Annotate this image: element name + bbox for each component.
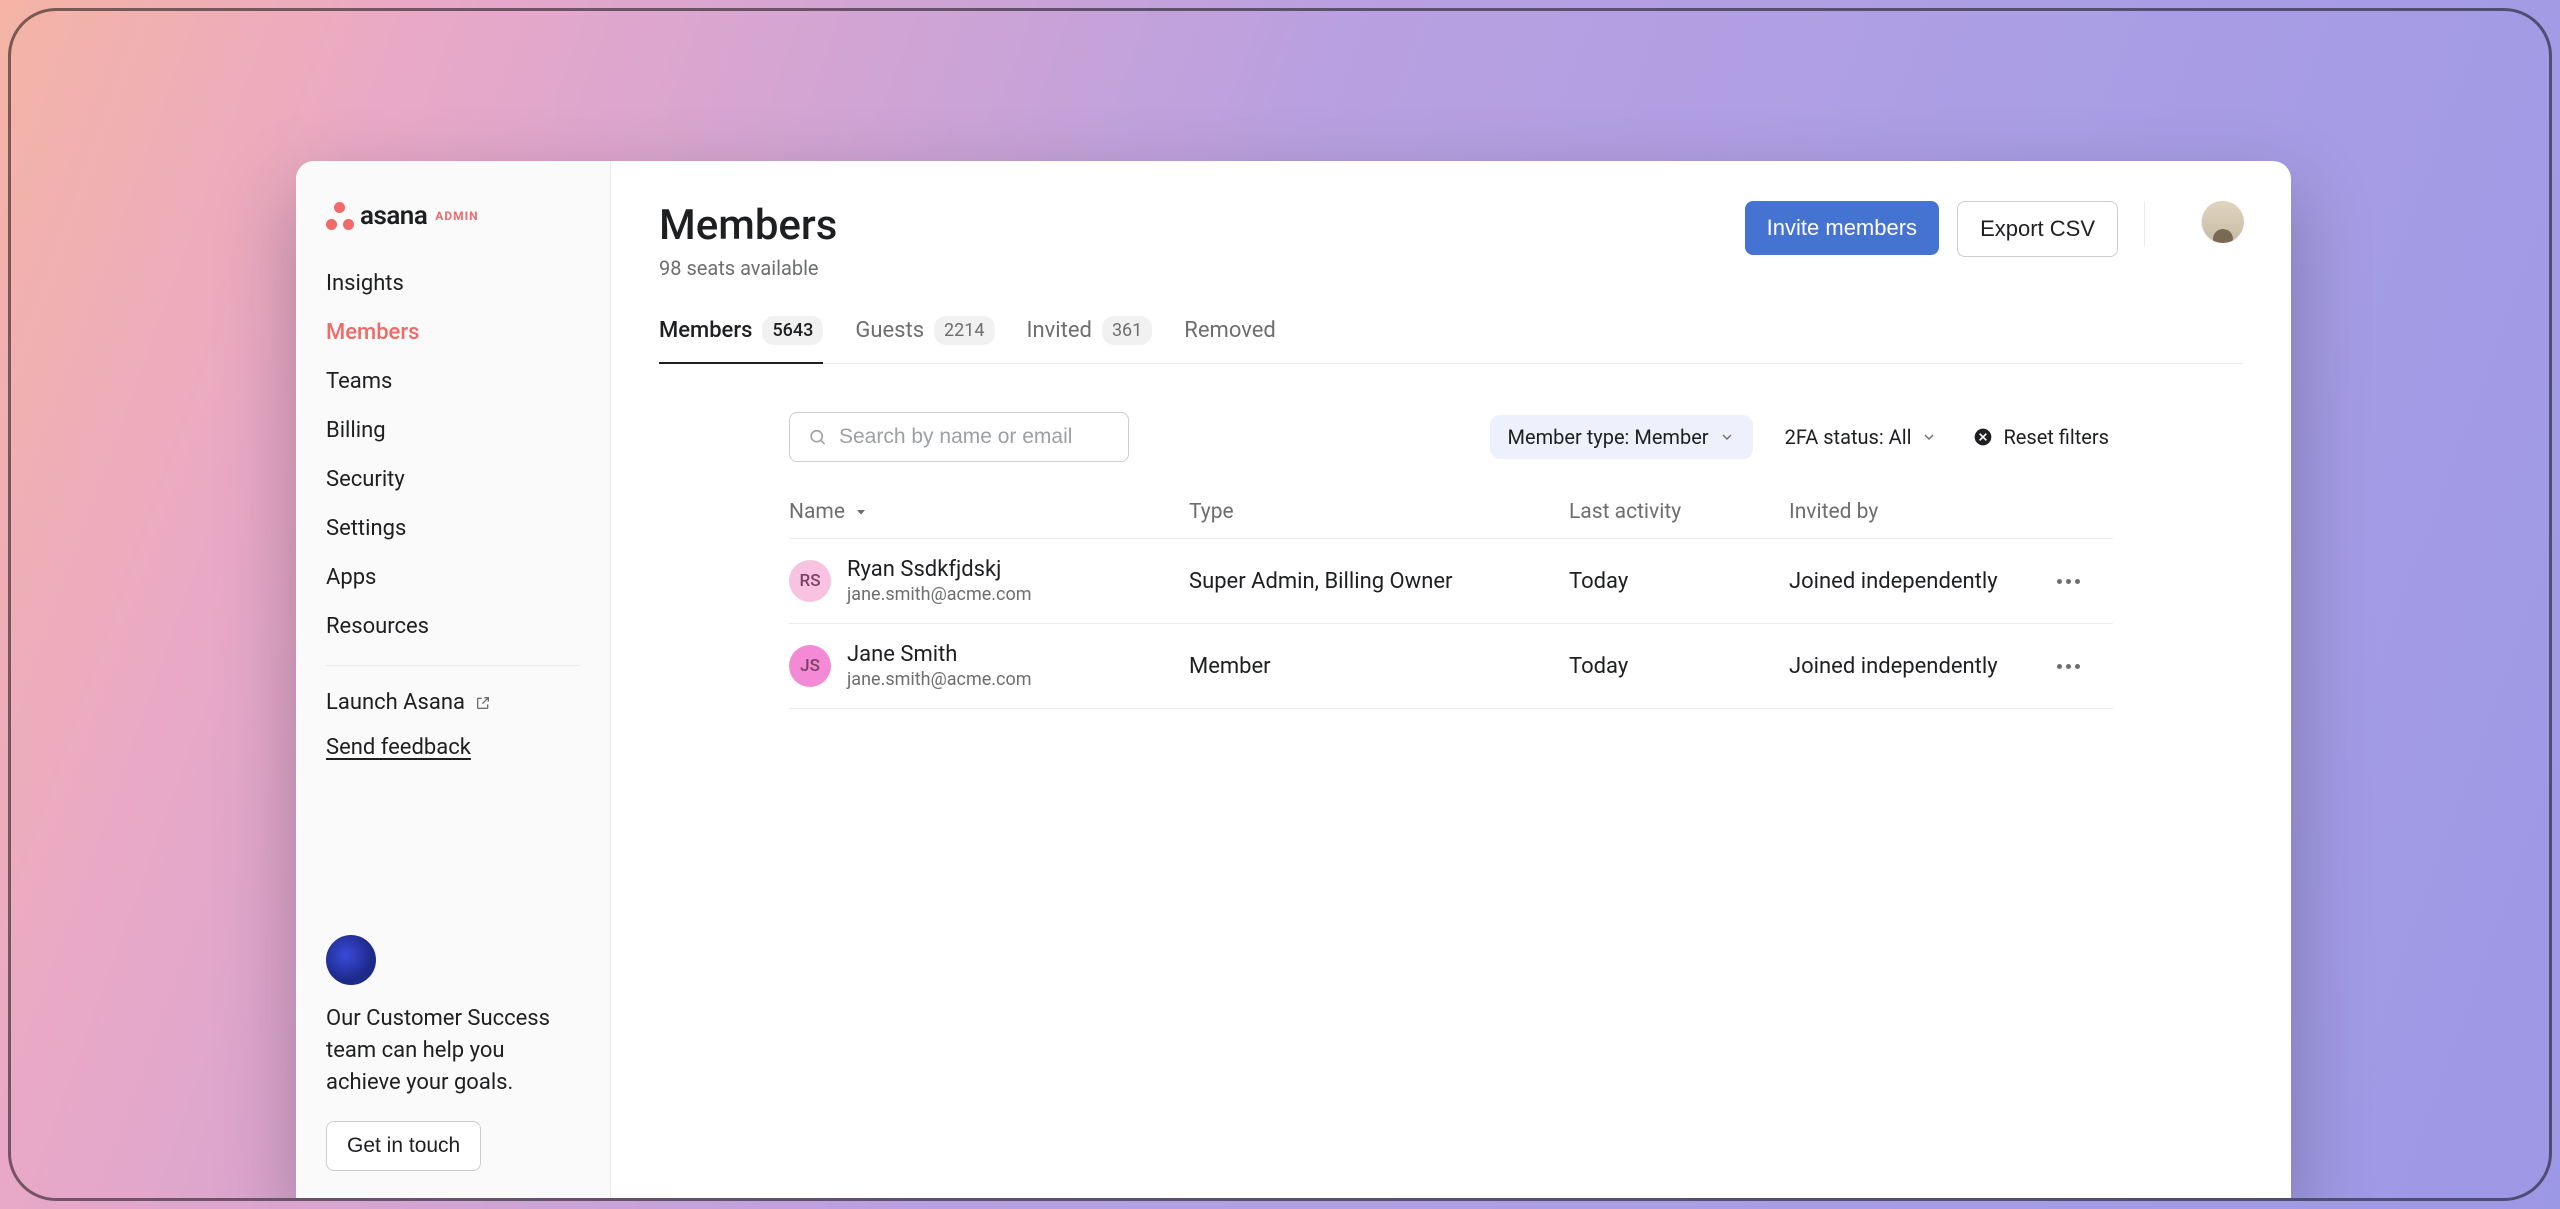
- chevron-down-icon: [1719, 429, 1735, 445]
- members-table: Name Type Last activity Invited by RS Ry…: [659, 486, 2243, 709]
- sidebar: asana ADMIN Insights Members Teams Billi…: [296, 161, 611, 1201]
- user-name: Jane Smith: [847, 642, 1032, 667]
- page-title: Members: [659, 201, 837, 250]
- sidebar-item-teams[interactable]: Teams: [296, 357, 610, 406]
- header-divider: [2144, 201, 2145, 247]
- column-label: Invited by: [1789, 500, 1878, 524]
- tab-label: Guests: [855, 318, 924, 343]
- search-field[interactable]: [789, 412, 1129, 462]
- toolbar: Member type: Member 2FA status: All Rese…: [659, 412, 2243, 462]
- table-header: Name Type Last activity Invited by: [789, 486, 2113, 539]
- cell-last-activity: Today: [1569, 569, 1789, 594]
- tab-guests[interactable]: Guests 2214: [855, 316, 994, 363]
- cell-invited-by: Joined independently: [1789, 569, 2053, 594]
- column-last-activity[interactable]: Last activity: [1569, 500, 1789, 524]
- user-email: jane.smith@acme.com: [847, 584, 1032, 605]
- table-row[interactable]: RS Ryan Ssdkfjdskj jane.smith@acme.com S…: [789, 539, 2113, 624]
- sidebar-item-resources[interactable]: Resources: [296, 602, 610, 651]
- cell-type: Super Admin, Billing Owner: [1189, 569, 1569, 594]
- 2fa-status-filter[interactable]: 2FA status: All: [1773, 415, 1950, 459]
- column-invited-by[interactable]: Invited by: [1789, 500, 2053, 524]
- sidebar-nav: Insights Members Teams Billing Security …: [296, 259, 610, 651]
- main-content: Members 98 seats available Invite member…: [611, 161, 2291, 1201]
- export-csv-button[interactable]: Export CSV: [1957, 201, 2118, 257]
- tab-label: Invited: [1027, 318, 1092, 343]
- asana-logo-icon: [326, 202, 354, 230]
- tab-badge: 5643: [762, 316, 823, 345]
- current-user-avatar[interactable]: [2201, 201, 2243, 243]
- search-icon: [808, 426, 827, 448]
- tab-badge: 2214: [934, 316, 994, 345]
- wallpaper-frame: asana ADMIN Insights Members Teams Billi…: [8, 8, 2552, 1201]
- external-link-icon: [475, 695, 491, 711]
- tabs: Members 5643 Guests 2214 Invited 361 Rem…: [659, 316, 2243, 364]
- user-avatar: JS: [789, 645, 831, 687]
- customer-success-icon: [326, 935, 376, 985]
- user-name: Ryan Ssdkfjdskj: [847, 557, 1032, 582]
- tab-label: Removed: [1184, 318, 1276, 343]
- tab-badge: 361: [1102, 316, 1152, 345]
- tab-members[interactable]: Members 5643: [659, 316, 823, 363]
- admin-window: asana ADMIN Insights Members Teams Billi…: [296, 161, 2291, 1201]
- sidebar-divider: [326, 665, 580, 666]
- cell-type: Member: [1189, 654, 1569, 679]
- tab-invited[interactable]: Invited 361: [1027, 316, 1153, 363]
- user-email: jane.smith@acme.com: [847, 669, 1032, 690]
- sidebar-item-apps[interactable]: Apps: [296, 553, 610, 602]
- reset-filters-label: Reset filters: [2003, 425, 2109, 449]
- clear-icon: [1973, 427, 1993, 447]
- sort-desc-icon: [853, 504, 869, 520]
- column-label: Name: [789, 500, 845, 524]
- filter-label: Member type: Member: [1508, 425, 1709, 449]
- page-header: Members 98 seats available Invite member…: [659, 201, 2243, 280]
- launch-asana-label: Launch Asana: [326, 690, 465, 715]
- brand-logo: asana ADMIN: [296, 201, 610, 259]
- brand-name: asana: [360, 201, 427, 231]
- row-actions-button[interactable]: [2053, 566, 2083, 596]
- launch-asana-link[interactable]: Launch Asana: [296, 680, 610, 725]
- sidebar-item-billing[interactable]: Billing: [296, 406, 610, 455]
- cell-last-activity: Today: [1569, 654, 1789, 679]
- column-label: Last activity: [1569, 500, 1681, 524]
- admin-tag: ADMIN: [435, 209, 478, 223]
- chevron-down-icon: [1921, 429, 1937, 445]
- invite-members-button[interactable]: Invite members: [1745, 201, 1939, 255]
- tab-label: Members: [659, 318, 752, 343]
- customer-success-text: Our Customer Success team can help you a…: [326, 1003, 580, 1099]
- filter-label: 2FA status: All: [1785, 425, 1912, 449]
- customer-success-block: Our Customer Success team can help you a…: [296, 935, 610, 1171]
- sidebar-item-members[interactable]: Members: [296, 308, 610, 357]
- column-label: Type: [1189, 500, 1234, 524]
- tab-removed[interactable]: Removed: [1184, 316, 1276, 363]
- send-feedback-link[interactable]: Send feedback: [296, 725, 610, 770]
- sidebar-item-settings[interactable]: Settings: [296, 504, 610, 553]
- get-in-touch-button[interactable]: Get in touch: [326, 1121, 481, 1171]
- row-actions-button[interactable]: [2053, 651, 2083, 681]
- table-row[interactable]: JS Jane Smith jane.smith@acme.com Member…: [789, 624, 2113, 709]
- user-avatar: RS: [789, 560, 831, 602]
- search-input[interactable]: [839, 425, 1110, 449]
- sidebar-item-security[interactable]: Security: [296, 455, 610, 504]
- reset-filters-button[interactable]: Reset filters: [1969, 415, 2113, 459]
- member-type-filter[interactable]: Member type: Member: [1490, 415, 1753, 459]
- column-type[interactable]: Type: [1189, 500, 1569, 524]
- cell-invited-by: Joined independently: [1789, 654, 2053, 679]
- column-name[interactable]: Name: [789, 500, 1189, 524]
- sidebar-item-insights[interactable]: Insights: [296, 259, 610, 308]
- seats-available: 98 seats available: [659, 256, 837, 280]
